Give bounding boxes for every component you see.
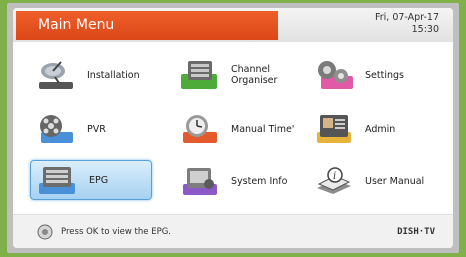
menu-item-admin[interactable]: Admin xyxy=(311,110,436,148)
film-reel-icon xyxy=(40,115,73,143)
header: Main Menu Fri, 07-Apr-17 15:30 xyxy=(13,8,453,42)
svg-text:i: i xyxy=(333,171,336,182)
user-manual-book-icon: i xyxy=(317,167,351,194)
menu-item-label: Settings xyxy=(365,69,404,81)
menu-item-channel-organiser[interactable]: Channel Organiser xyxy=(177,56,302,94)
label-line-2: Organiser xyxy=(231,75,278,86)
menu-item-label: System Info xyxy=(231,175,288,187)
menu-item-label: EPG xyxy=(89,174,109,186)
menu-item-settings[interactable]: Settings xyxy=(311,56,436,94)
menu-item-manual-timer[interactable]: Manual Time' xyxy=(177,110,302,148)
timer-clock-icon xyxy=(183,115,217,143)
time-text: 15:30 xyxy=(411,24,439,35)
menu-item-pvr[interactable]: PVR xyxy=(33,110,158,148)
footer: Press OK to view the EPG. DISH·TV xyxy=(13,214,453,248)
ok-button-icon xyxy=(37,224,53,240)
label-line-1: Channel xyxy=(231,64,271,75)
system-info-icon xyxy=(183,168,217,195)
menu-item-label: Channel Organiser xyxy=(231,64,277,86)
satellite-dish-icon xyxy=(39,61,73,89)
menu-item-installation[interactable]: Installation xyxy=(33,56,158,94)
date-text: Fri, 07-Apr-17 xyxy=(374,12,439,23)
epg-guide-icon xyxy=(39,167,75,194)
brand-logo: DISH·TV xyxy=(397,227,435,237)
main-menu-screen: Main Menu Fri, 07-Apr-17 15:30 Installat… xyxy=(13,8,453,248)
menu-item-system-info[interactable]: System Info xyxy=(177,162,302,200)
menu-item-label: PVR xyxy=(87,123,106,135)
menu-item-epg[interactable]: EPG xyxy=(30,160,152,200)
menu-item-label: User Manual xyxy=(365,175,425,187)
settings-gears-icon xyxy=(318,61,353,89)
channel-list-icon xyxy=(181,61,217,89)
datetime: Fri, 07-Apr-17 15:30 xyxy=(375,12,439,36)
menu-item-label: Admin xyxy=(365,123,396,135)
menu-item-user-manual[interactable]: i User Manual xyxy=(311,162,436,200)
footer-hint: Press OK to view the EPG. xyxy=(61,227,171,237)
menu-item-label: Installation xyxy=(87,69,140,81)
page-title: Main Menu xyxy=(16,11,278,40)
admin-card-icon xyxy=(317,115,351,143)
menu-item-label: Manual Time' xyxy=(231,123,295,135)
